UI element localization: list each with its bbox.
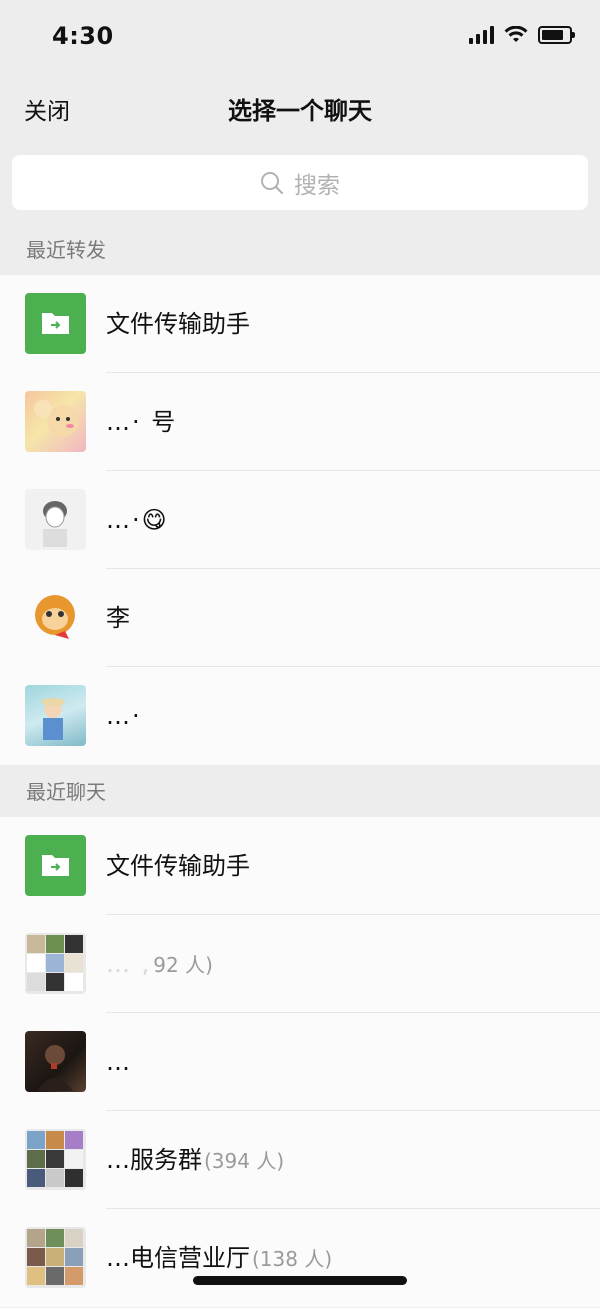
- cartoon-avatar: [25, 391, 86, 452]
- chat-name-text: …服务群: [106, 1146, 202, 1174]
- list-item[interactable]: …: [0, 1013, 600, 1111]
- section-header-recent-chat: 最近聊天: [0, 767, 600, 817]
- chat-name: 文件传输助手: [106, 852, 250, 880]
- list-item[interactable]: 李: [0, 569, 600, 667]
- chat-name: …·: [106, 702, 142, 730]
- group-avatar: [25, 1227, 86, 1288]
- file-transfer-icon: [25, 835, 86, 896]
- member-count: (138 人): [252, 1247, 333, 1271]
- list-item[interactable]: …·: [0, 667, 600, 765]
- list-item[interactable]: …·😋: [0, 471, 600, 569]
- list-item[interactable]: …· 号: [0, 373, 600, 471]
- list-item[interactable]: … , 92 人): [0, 915, 600, 1013]
- chat-name: …服务群 (394 人): [106, 1111, 284, 1210]
- chat-name: …· 号: [106, 408, 178, 436]
- wifi-icon: [504, 26, 528, 42]
- recent-forward-list: 文件传输助手 …· 号 …·😋 李 …·: [0, 275, 600, 765]
- chat-name-text: …电信营业厅: [106, 1244, 250, 1272]
- group-avatar: [25, 1129, 86, 1190]
- chat-name: … , 92 人): [106, 915, 213, 1014]
- list-item[interactable]: 文件传输助手: [0, 817, 600, 915]
- list-item[interactable]: …电信营业厅 (138 人): [0, 1209, 600, 1307]
- chat-name: …电信营业厅 (138 人): [106, 1209, 332, 1308]
- battery-icon: [538, 26, 575, 44]
- page-title: 选择一个聊天: [228, 97, 372, 125]
- status-icons: [469, 26, 575, 44]
- chat-name: 文件传输助手: [106, 310, 250, 338]
- chat-name: …·😋: [106, 506, 169, 534]
- search-placeholder: 搜索: [294, 172, 340, 199]
- sketch-avatar: [25, 489, 86, 550]
- photo-avatar: [25, 685, 86, 746]
- search-input[interactable]: 搜索: [12, 155, 588, 210]
- member-count: (394 人): [204, 1149, 285, 1173]
- search-icon: [261, 171, 284, 194]
- dark-photo-avatar: [25, 1031, 86, 1092]
- group-avatar: [25, 933, 86, 994]
- status-time: 4:30: [52, 22, 114, 50]
- battery-level: [542, 30, 563, 40]
- home-indicator[interactable]: [193, 1276, 407, 1285]
- recent-chat-list: 文件传输助手 … , 92 人) … …服务群 (394 人) …电信营业厅 (…: [0, 817, 600, 1307]
- signal-icon: [469, 26, 494, 44]
- chat-name: …: [106, 1048, 132, 1076]
- file-transfer-icon: [25, 293, 86, 354]
- list-item[interactable]: 文件传输助手: [0, 275, 600, 373]
- chat-name-text: … ,: [106, 950, 152, 978]
- list-item[interactable]: …服务群 (394 人): [0, 1111, 600, 1209]
- status-bar: 4:30: [0, 0, 600, 76]
- nav-bar: 关闭 选择一个聊天: [0, 76, 600, 140]
- monkey-avatar: [25, 587, 86, 648]
- section-header-recent-forward: 最近转发: [0, 225, 600, 275]
- chat-name: 李: [106, 604, 130, 632]
- member-count: 92 人): [153, 953, 213, 977]
